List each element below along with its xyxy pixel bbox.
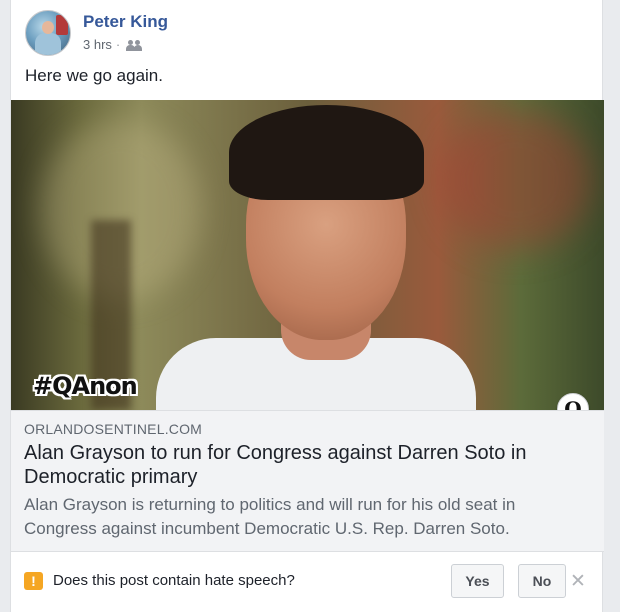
author-avatar[interactable] <box>25 10 71 56</box>
close-icon[interactable]: ✕ <box>570 570 586 593</box>
author-name[interactable]: Peter King <box>83 12 168 32</box>
friends-icon[interactable] <box>126 39 143 51</box>
link-description: Alan Grayson is returning to politics an… <box>24 495 516 538</box>
post-meta: 3 hrs · <box>83 37 143 52</box>
image-overlay-hashtag: #QAnon <box>33 372 138 400</box>
background-bokeh-right <box>441 110 591 250</box>
link-title[interactable]: Alan Grayson to run for Congress against… <box>24 441 584 489</box>
link-domain: ORLANDOSENTINEL.COM <box>24 421 203 437</box>
yes-button[interactable]: Yes <box>451 564 504 598</box>
link-preview-box[interactable]: ORLANDOSENTINEL.COM Alan Grayson to run … <box>11 410 604 552</box>
post-text: Here we go again. <box>25 66 163 85</box>
post-card: Peter King 3 hrs · Here we go again. #QA… <box>10 0 604 612</box>
hate-speech-survey: ! Does this post contain hate speech? Ye… <box>11 552 604 612</box>
page-background-edge <box>604 100 620 400</box>
no-button[interactable]: No <box>518 564 566 598</box>
survey-question: Does this post contain hate speech? <box>53 572 295 589</box>
post-header: Peter King 3 hrs · <box>25 10 585 56</box>
avatar-shirt <box>35 33 61 55</box>
avatar-head <box>42 21 54 34</box>
post-timestamp[interactable]: 3 hrs <box>83 37 112 52</box>
avatar-flag <box>56 15 68 35</box>
portrait-hair <box>229 105 424 200</box>
warning-icon: ! <box>24 572 43 590</box>
meta-separator: · <box>115 37 121 52</box>
link-preview-image[interactable]: #QAnon <box>11 100 604 410</box>
